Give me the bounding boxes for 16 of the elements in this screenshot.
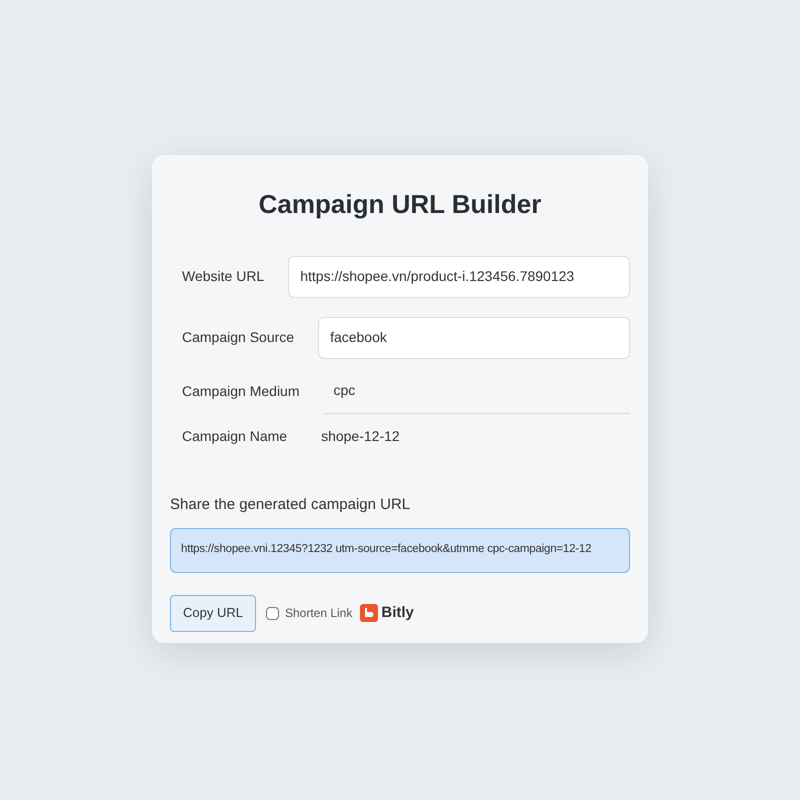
brand-name: Bitly — [381, 602, 414, 623]
section-label: Share the generated campaign URL — [170, 495, 412, 515]
checkbox-label: Shorten Link — [284, 605, 352, 622]
logo-icon — [360, 604, 378, 622]
card-title: Campaign URL Builder — [258, 188, 542, 221]
input-field[interactable]: cpc — [324, 368, 630, 414]
input-field[interactable]: facebook — [318, 316, 630, 358]
input-field[interactable]: https://shopee.vn/product-i.123456.7890123 — [288, 256, 630, 298]
generated-url-field[interactable]: https://shopee.vni.12345?1232 utm-source=facebook&utmme cpc-campaign=12-12 — [170, 528, 630, 572]
field-label: Campaign Medium — [182, 382, 300, 401]
copy-url-button[interactable]: Copy URL — [170, 594, 256, 632]
input-field[interactable]: shope-12-12 — [311, 414, 630, 458]
checkbox[interactable] — [266, 606, 279, 620]
field-label: Campaign Source — [182, 328, 294, 347]
field-label: Campaign Name — [182, 426, 288, 446]
field-label: Website URL — [182, 267, 264, 286]
